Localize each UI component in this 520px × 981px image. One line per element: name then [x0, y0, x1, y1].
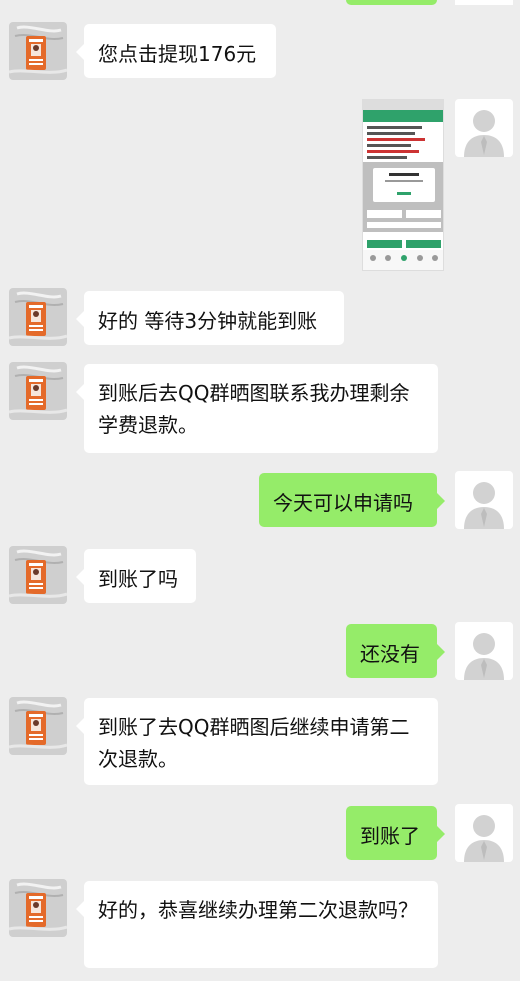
id-badge-avatar-icon [9, 22, 67, 80]
incoming-message[interactable]: 到账了去QQ群晒图后继续申请第二次退款。 [76, 698, 438, 785]
outgoing-message[interactable]: 到账了 [346, 806, 445, 860]
id-badge-avatar-icon [9, 697, 67, 755]
screenshot-thumbnail [363, 100, 443, 270]
contact-avatar[interactable] [9, 22, 67, 80]
id-badge-avatar-icon [9, 288, 67, 346]
outgoing-message[interactable]: 还没有 [346, 624, 445, 678]
incoming-message[interactable]: 您点击提现176元 [76, 24, 276, 78]
incoming-message[interactable]: 好的，恭喜继续办理第二次退款吗？ [76, 881, 438, 968]
default-person-icon [455, 622, 513, 680]
contact-avatar[interactable] [9, 546, 67, 604]
id-badge-avatar-icon [9, 546, 67, 604]
contact-avatar[interactable] [9, 697, 67, 755]
my-avatar[interactable] [455, 804, 513, 862]
chat-window: 您点击提现176元 好的 等待3分钟就能到账 到账后去QQ群晒图联系我办理剩余学… [0, 0, 520, 981]
default-person-icon [455, 804, 513, 862]
my-avatar[interactable] [455, 622, 513, 680]
contact-avatar[interactable] [9, 879, 67, 937]
incoming-message[interactable]: 到账后去QQ群晒图联系我办理剩余学费退款。 [76, 364, 438, 453]
contact-avatar[interactable] [9, 288, 67, 346]
previous-avatar-partial [455, 0, 513, 5]
incoming-message[interactable]: 好的 等待3分钟就能到账 [76, 291, 344, 345]
previous-outgoing-bubble-partial [346, 0, 437, 5]
id-badge-avatar-icon [9, 879, 67, 937]
default-person-icon [455, 99, 513, 157]
my-avatar[interactable] [455, 99, 513, 157]
contact-avatar[interactable] [9, 362, 67, 420]
outgoing-message[interactable]: 今天可以申请吗 [259, 473, 445, 527]
shared-screenshot-image[interactable] [362, 99, 444, 271]
default-person-icon [455, 471, 513, 529]
incoming-message[interactable]: 到账了吗 [76, 549, 196, 603]
my-avatar[interactable] [455, 471, 513, 529]
id-badge-avatar-icon [9, 362, 67, 420]
